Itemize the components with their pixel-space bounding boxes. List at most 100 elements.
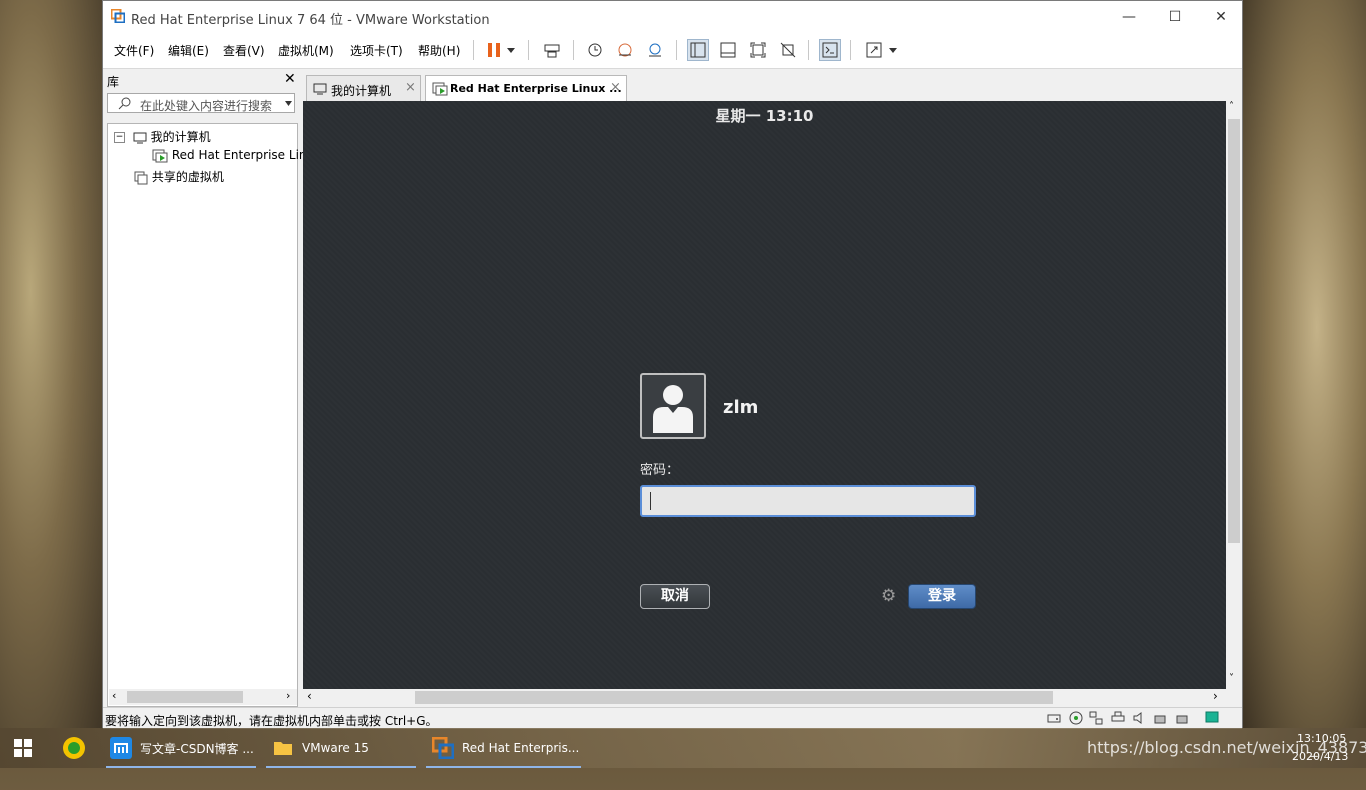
taskbar-item-csdn[interactable]: 写文章-CSDN博客 ...	[110, 728, 254, 768]
library-search-input[interactable]: 在此处键入内容进行搜索	[107, 93, 295, 113]
cancel-button[interactable]: 取消	[640, 584, 710, 609]
stretch-guest-button[interactable]	[863, 39, 885, 61]
tab-close-icon[interactable]: ×	[610, 80, 621, 95]
usb-device-icon[interactable]	[1175, 711, 1189, 725]
thumbnail-bar-button[interactable]	[717, 39, 739, 61]
scroll-up-icon[interactable]: ˄	[1229, 101, 1234, 112]
vmware-window: Red Hat Enterprise Linux 7 64 位 - VMware…	[102, 0, 1244, 729]
windows-logo-icon	[14, 739, 32, 757]
scroll-left-icon[interactable]: ‹	[112, 689, 116, 702]
scroll-thumb[interactable]	[415, 691, 1053, 704]
status-bar: 要将输入定向到该虚拟机，请在虚拟机内部单击或按 Ctrl+G。	[103, 707, 1242, 729]
menu-vm[interactable]: 虚拟机(M)	[278, 42, 334, 59]
minimize-button[interactable]: —	[1106, 1, 1152, 32]
menu-help[interactable]: 帮助(H)	[418, 42, 460, 59]
toolbar-separator	[573, 40, 574, 60]
usb-device-icon[interactable]	[1153, 711, 1167, 725]
toolbar-separator	[473, 40, 474, 60]
full-screen-button[interactable]	[747, 39, 769, 61]
tree-item-shared-vms[interactable]: 共享的虚拟机	[134, 168, 224, 185]
shared-vm-icon	[134, 171, 148, 184]
printer-icon[interactable]	[1111, 711, 1125, 725]
scroll-thumb[interactable]	[1228, 119, 1240, 543]
maximize-button[interactable]: ☐	[1152, 1, 1198, 32]
vmware-app-icon	[111, 9, 125, 23]
user-avatar	[640, 373, 706, 439]
unity-button[interactable]	[777, 39, 799, 61]
tree-item-vm[interactable]: Red Hat Enterprise Lin	[152, 148, 307, 163]
menu-view[interactable]: 查看(V)	[223, 42, 265, 59]
toolbar-separator	[808, 40, 809, 60]
pause-icon	[488, 43, 500, 57]
scroll-left-icon[interactable]: ‹	[307, 689, 312, 703]
menu-file[interactable]: 文件(F)	[114, 42, 154, 59]
computer-icon	[313, 83, 327, 95]
password-field[interactable]	[640, 485, 976, 517]
vm-console[interactable]: 星期一 13:10 zlm 密码： 取消 ⚙ 登录	[303, 101, 1226, 689]
tab-red-hat-vm[interactable]: Red Hat Enterprise Linux ... ×	[425, 75, 627, 101]
taskbar-label: 写文章-CSDN博客 ...	[140, 741, 254, 756]
tab-label: Red Hat Enterprise Linux ...	[450, 82, 622, 95]
watermark-text: https://blog.csdn.net/weixin_43873198	[1087, 738, 1366, 757]
show-library-button[interactable]	[687, 39, 709, 61]
taskbar-item-vmware-folder[interactable]: VMware 15	[272, 728, 369, 768]
revert-snapshot-button[interactable]	[614, 39, 636, 61]
login-button[interactable]: 登录	[908, 584, 976, 609]
scroll-thumb[interactable]	[127, 691, 243, 703]
scroll-right-icon[interactable]: ›	[286, 689, 290, 702]
tab-strip: 我的计算机 × Red Hat Enterprise Linux ... ×	[306, 73, 1244, 101]
toolbar-separator	[850, 40, 851, 60]
toolbar-separator	[528, 40, 529, 60]
close-button[interactable]: ✕	[1198, 1, 1244, 32]
cd-dvd-icon[interactable]	[1069, 711, 1083, 725]
sidebar-icon	[690, 42, 706, 58]
desktop-wallpaper-right	[1243, 0, 1366, 728]
library-panel: 库 ✕ 在此处键入内容进行搜索 − 我的计算机 Red Hat Enterpri…	[103, 69, 307, 707]
vm-vertical-scrollbar[interactable]: ˄ ˅	[1226, 101, 1242, 689]
tree-item-my-computer[interactable]: − 我的计算机	[114, 128, 211, 145]
keyboard-icon	[544, 44, 560, 58]
send-ctrl-alt-del-button[interactable]	[541, 39, 563, 61]
chevron-down-icon	[889, 47, 897, 53]
library-title: 库	[107, 75, 120, 89]
scroll-right-icon[interactable]: ›	[1213, 689, 1218, 703]
library-close-button[interactable]: ✕	[284, 71, 296, 87]
pinned-app-button[interactable]	[62, 728, 86, 768]
desktop-wallpaper-left	[0, 0, 102, 728]
text-caret	[650, 492, 651, 510]
minimize-icon: —	[1122, 8, 1136, 25]
search-placeholder: 在此处键入内容进行搜索	[140, 99, 273, 113]
hard-disk-icon[interactable]	[1047, 711, 1061, 725]
message-log-icon[interactable]	[1205, 711, 1219, 725]
username-label: zlm	[723, 397, 759, 418]
pause-dropdown[interactable]	[504, 39, 518, 61]
start-button[interactable]	[14, 728, 32, 768]
menu-edit[interactable]: 编辑(E)	[168, 42, 209, 59]
library-tree: − 我的计算机 Red Hat Enterprise Lin 共享的虚拟机 ‹ …	[107, 123, 307, 707]
menu-bar: 文件(F) 编辑(E) 查看(V) 虚拟机(M) 选项卡(T) 帮助(H)	[103, 32, 1242, 69]
app-green-yellow-icon	[63, 737, 85, 759]
library-horizontal-scrollbar[interactable]: ‹ ›	[109, 689, 297, 705]
guest-clock: 星期一 13:10	[715, 107, 814, 125]
tab-my-computer[interactable]: 我的计算机 ×	[306, 75, 421, 101]
taskbar-item-red-hat-vm[interactable]: Red Hat Enterpris...	[432, 728, 579, 768]
full-screen-icon	[750, 42, 766, 58]
collapse-icon[interactable]: −	[114, 132, 125, 143]
snapshot-manager-button[interactable]	[644, 39, 666, 61]
sound-icon[interactable]	[1133, 711, 1147, 725]
pause-button[interactable]	[483, 39, 505, 61]
vm-running-icon	[432, 82, 448, 96]
console-view-button[interactable]	[819, 39, 841, 61]
revert-snapshot-icon	[618, 43, 632, 57]
user-avatar-icon	[653, 385, 693, 433]
stretch-dropdown[interactable]	[886, 39, 900, 61]
console-icon	[822, 42, 838, 58]
gear-icon[interactable]: ⚙	[881, 587, 899, 605]
vm-horizontal-scrollbar[interactable]: ‹ ›	[303, 689, 1226, 706]
snapshot-button[interactable]	[584, 39, 606, 61]
scroll-down-icon[interactable]: ˅	[1229, 673, 1234, 684]
title-bar[interactable]: Red Hat Enterprise Linux 7 64 位 - VMware…	[103, 1, 1242, 32]
tab-close-icon[interactable]: ×	[405, 80, 416, 95]
menu-tabs[interactable]: 选项卡(T)	[350, 42, 403, 59]
network-adapter-icon[interactable]	[1089, 711, 1103, 725]
